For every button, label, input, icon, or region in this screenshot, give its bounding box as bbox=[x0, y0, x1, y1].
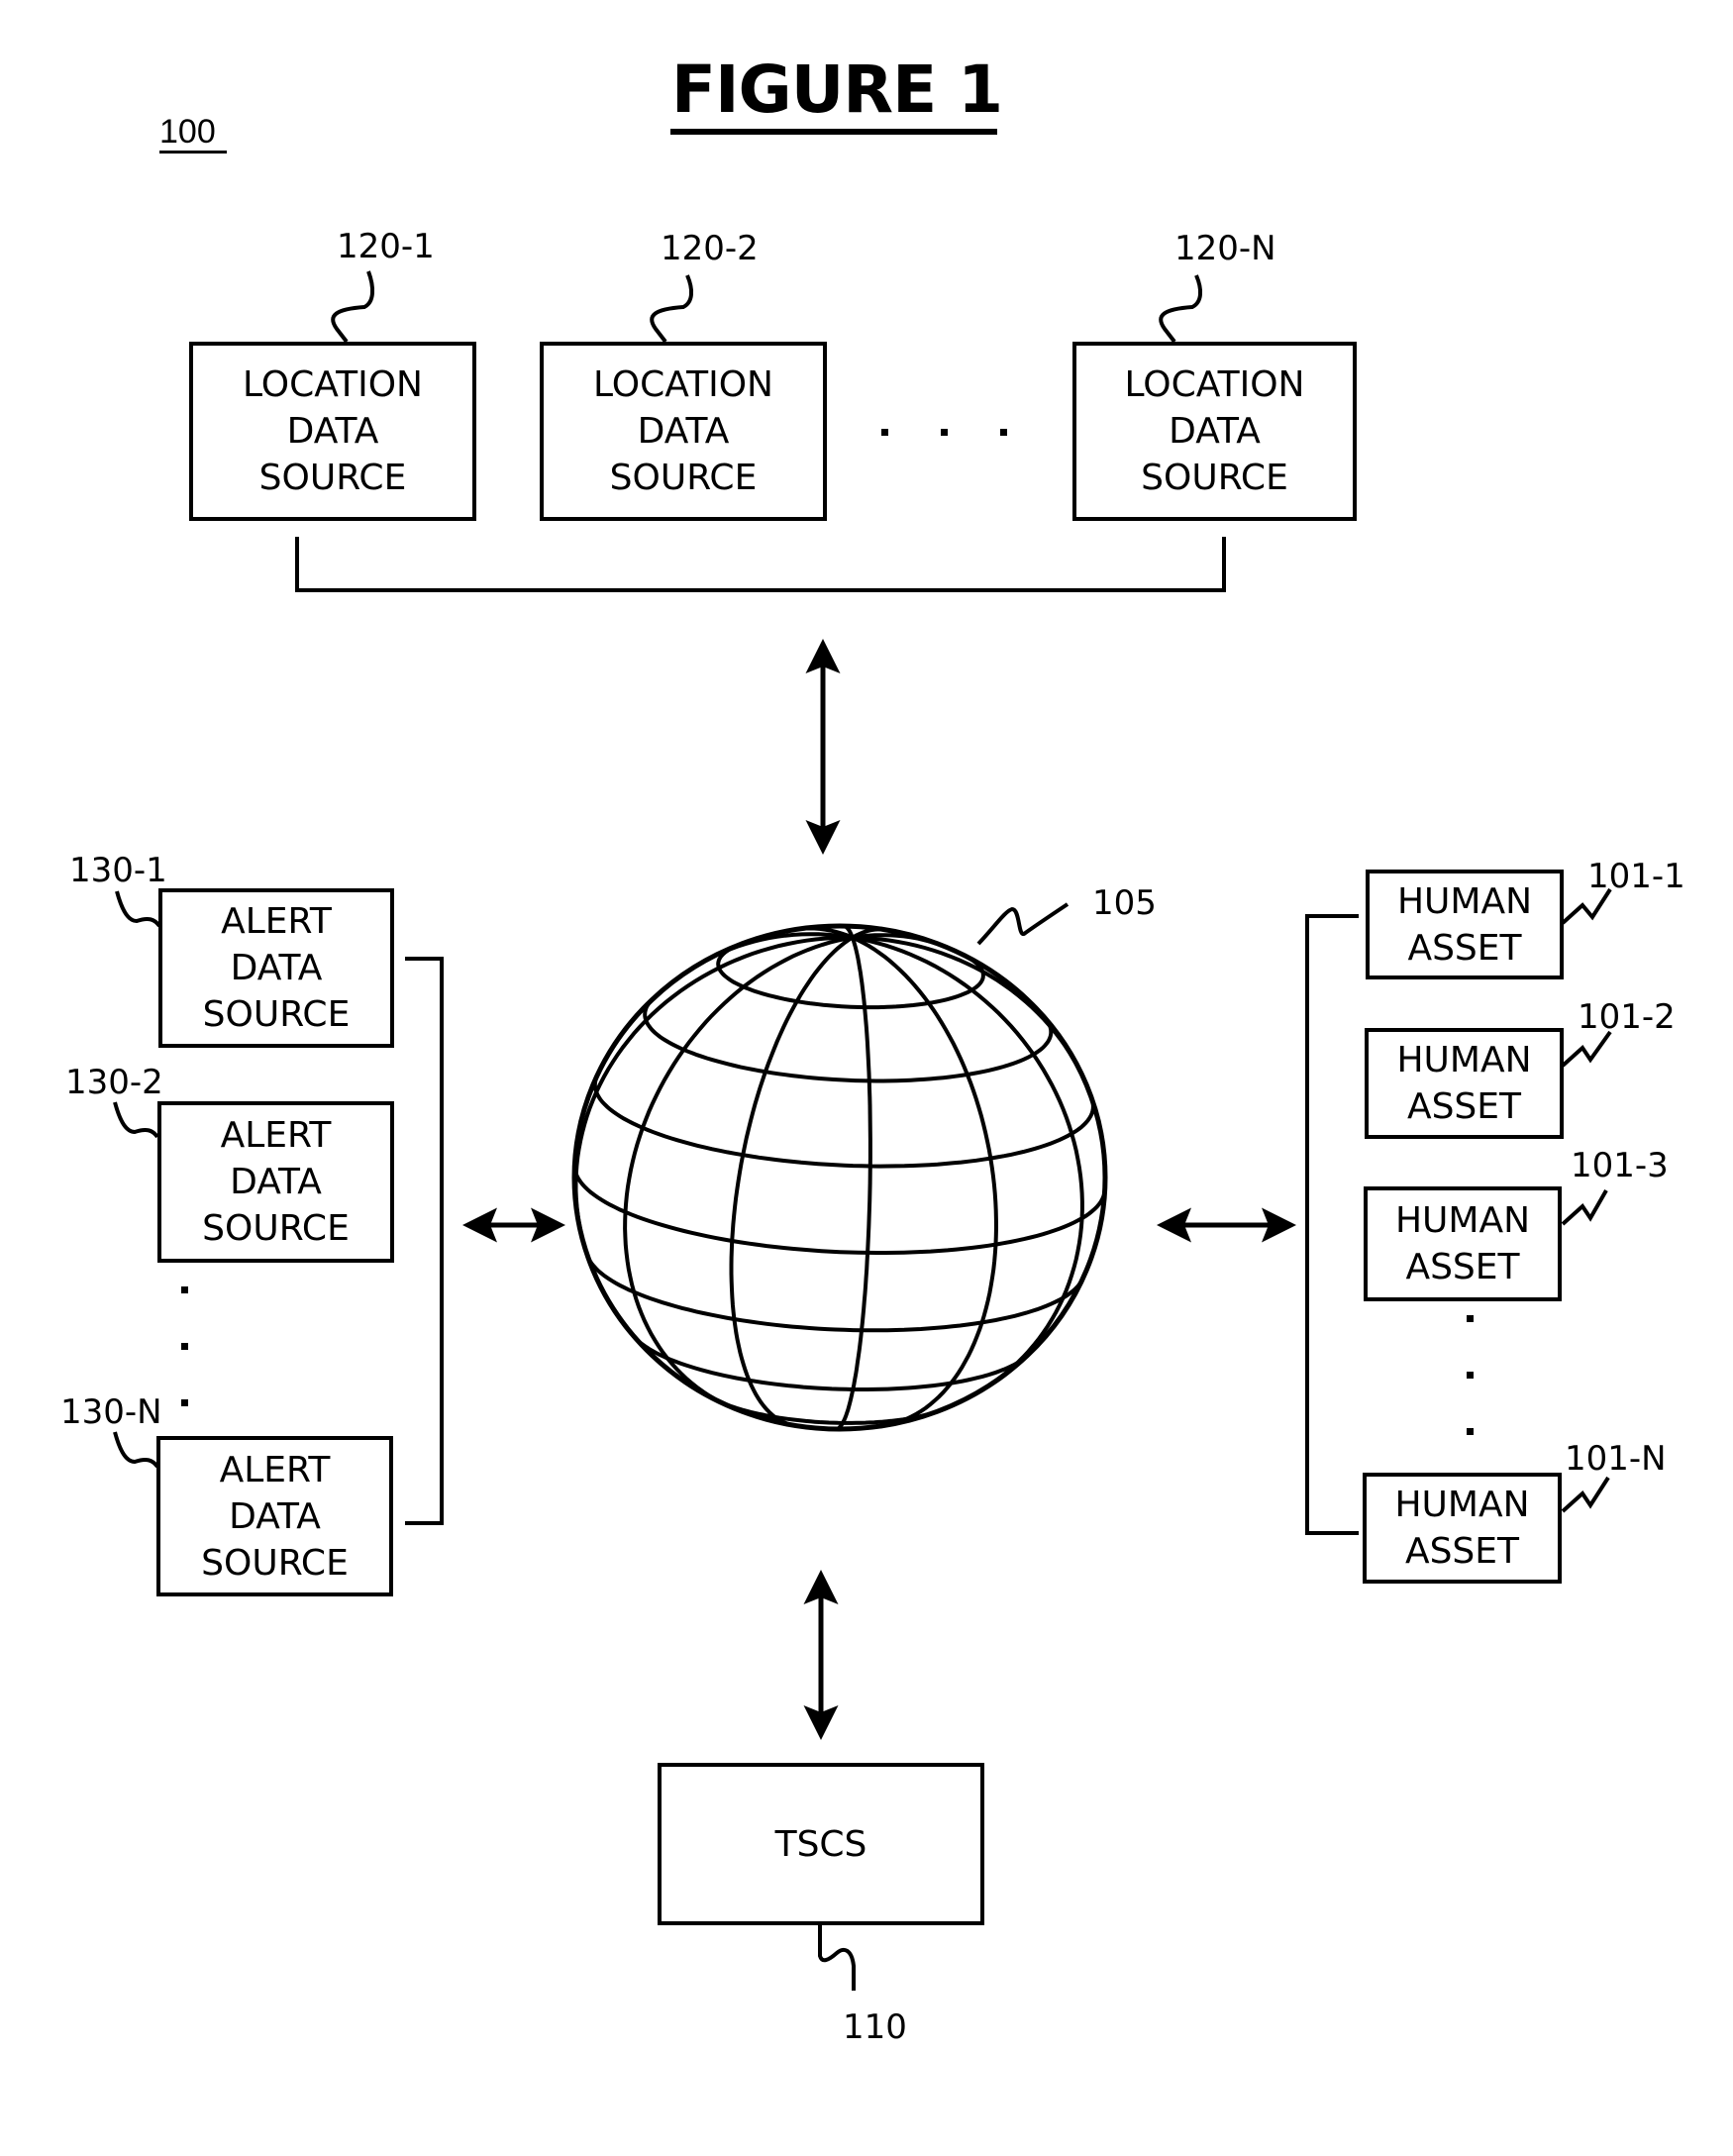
globe-parallel bbox=[633, 1335, 1029, 1391]
box-line: SOURCE bbox=[609, 458, 758, 498]
alert-data-source-box-n[interactable]: ALERT DATA SOURCE bbox=[156, 1436, 393, 1596]
leader-130-2 bbox=[113, 1101, 159, 1139]
ellipsis-dot bbox=[1467, 1315, 1474, 1322]
ref-label-130-1: 130-1 bbox=[69, 851, 167, 890]
box-line: SOURCE bbox=[258, 458, 407, 498]
human-assets-bracket bbox=[1305, 914, 1359, 1535]
tscs-box[interactable]: TSCS bbox=[658, 1763, 984, 1925]
box-line: DATA bbox=[230, 948, 323, 988]
box-line: SOURCE bbox=[1141, 458, 1288, 498]
box-line: ALERT bbox=[221, 901, 332, 942]
alert-sources-bracket bbox=[405, 957, 444, 1525]
location-data-source-box-2[interactable]: LOCATION DATA SOURCE bbox=[540, 342, 827, 521]
box-line: ALERT bbox=[220, 1115, 332, 1156]
ref-label-101-N: 101-N bbox=[1565, 1439, 1667, 1479]
alert-data-source-box-2[interactable]: ALERT DATA SOURCE bbox=[157, 1101, 394, 1263]
ellipsis-dot bbox=[181, 1343, 188, 1350]
box-line: DATA bbox=[637, 411, 730, 452]
ref-label-105: 105 bbox=[1092, 883, 1157, 923]
globe-meridian bbox=[573, 935, 853, 1274]
location-data-source-box-1[interactable]: LOCATION DATA SOURCE bbox=[189, 342, 476, 521]
box-line: DATA bbox=[286, 411, 379, 452]
leader-120-1 bbox=[331, 270, 375, 344]
leader-105 bbox=[976, 902, 1070, 946]
ref-label-101-2: 101-2 bbox=[1578, 997, 1676, 1037]
box-line: ASSET bbox=[1405, 1247, 1520, 1287]
ref-label-130-N: 130-N bbox=[60, 1392, 162, 1432]
box-line: LOCATION bbox=[1124, 364, 1305, 405]
ellipsis-dot bbox=[881, 429, 888, 436]
ellipsis-dot bbox=[941, 429, 948, 436]
globe-icon bbox=[571, 923, 1108, 1432]
box-line: HUMAN bbox=[1396, 880, 1533, 922]
leader-101-3 bbox=[1561, 1189, 1608, 1226]
box-line: ASSET bbox=[1406, 1086, 1522, 1127]
box-line: DATA bbox=[1169, 411, 1261, 452]
box-line: HUMAN bbox=[1396, 1040, 1532, 1080]
globe-meridian bbox=[729, 935, 854, 1428]
ref-label-120-2: 120-2 bbox=[661, 229, 759, 268]
ref-label-110: 110 bbox=[843, 2007, 907, 2047]
figure-title: FIGURE 1 bbox=[670, 51, 1003, 128]
box-line: ASSET bbox=[1404, 1531, 1520, 1572]
figure-1-diagram: FIGURE 1 100 120-1 120-2 120-N LOCATION … bbox=[0, 0, 1733, 2156]
location-data-source-box-n[interactable]: LOCATION DATA SOURCE bbox=[1072, 342, 1357, 521]
ellipsis-dot bbox=[1000, 429, 1007, 436]
leader-101-N bbox=[1561, 1476, 1610, 1513]
leader-110 bbox=[818, 1925, 856, 1991]
leader-120-2 bbox=[650, 274, 694, 344]
globe-parallel bbox=[572, 1163, 1107, 1255]
ref-label-120-N: 120-N bbox=[1174, 229, 1276, 268]
globe-meridian bbox=[851, 935, 999, 1428]
globe-parallel bbox=[713, 1396, 943, 1425]
box-line: HUMAN bbox=[1394, 1485, 1530, 1525]
box-line: HUMAN bbox=[1394, 1200, 1531, 1241]
ellipsis-dot bbox=[181, 1399, 188, 1406]
ref-label-120-1: 120-1 bbox=[337, 227, 435, 266]
box-line: DATA bbox=[229, 1495, 321, 1537]
box-line: SOURCE bbox=[202, 1208, 350, 1249]
box-line: LOCATION bbox=[593, 364, 773, 405]
tscs-label: TSCS bbox=[774, 1823, 867, 1865]
ref-label-101-3: 101-3 bbox=[1571, 1146, 1669, 1185]
ellipsis-dot bbox=[1467, 1428, 1474, 1435]
figure-reference-number: 100 bbox=[159, 113, 216, 151]
box-line: LOCATION bbox=[243, 364, 423, 405]
ref-label-101-1: 101-1 bbox=[1587, 857, 1685, 896]
figure-reference-underline bbox=[159, 151, 227, 154]
alert-data-source-box-1[interactable]: ALERT DATA SOURCE bbox=[158, 888, 394, 1048]
ellipsis-dot bbox=[181, 1286, 188, 1293]
globe-parallel bbox=[592, 1074, 1095, 1169]
ref-label-130-2: 130-2 bbox=[65, 1063, 163, 1102]
leader-130-N bbox=[113, 1431, 159, 1469]
ellipsis-dot bbox=[1467, 1372, 1474, 1379]
box-line: ASSET bbox=[1407, 927, 1522, 969]
box-line: SOURCE bbox=[202, 994, 351, 1035]
human-asset-box-n[interactable]: HUMAN ASSET bbox=[1363, 1473, 1562, 1584]
globe-meridian bbox=[835, 936, 872, 1431]
location-sources-bracket bbox=[295, 537, 1226, 592]
human-asset-box-1[interactable]: HUMAN ASSET bbox=[1366, 870, 1564, 979]
leader-101-2 bbox=[1561, 1030, 1612, 1068]
box-line: SOURCE bbox=[201, 1542, 349, 1584]
globe-parallel bbox=[585, 1255, 1084, 1333]
leader-120-N bbox=[1159, 274, 1203, 344]
box-line: ALERT bbox=[219, 1449, 331, 1490]
figure-title-underline bbox=[670, 129, 997, 135]
globe-parallel bbox=[643, 997, 1054, 1083]
leader-130-1 bbox=[115, 890, 161, 928]
box-line: DATA bbox=[230, 1162, 322, 1202]
human-asset-box-3[interactable]: HUMAN ASSET bbox=[1364, 1186, 1562, 1301]
human-asset-box-2[interactable]: HUMAN ASSET bbox=[1365, 1028, 1564, 1139]
